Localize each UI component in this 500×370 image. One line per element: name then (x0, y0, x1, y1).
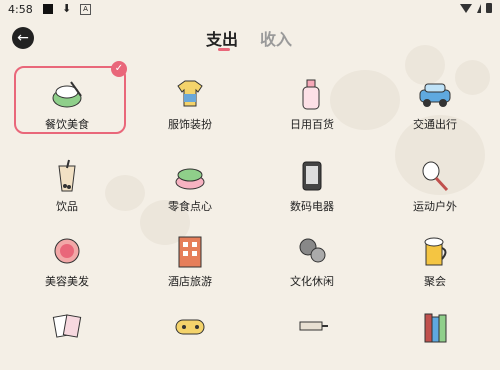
dessert-icon (170, 158, 210, 194)
category-item[interactable] (257, 300, 367, 370)
notification-box-icon: A (80, 4, 91, 15)
status-time: 4:58 (8, 3, 33, 16)
car-icon (415, 76, 455, 112)
category-label: 零食点心 (168, 200, 212, 213)
compact-icon (47, 233, 87, 269)
category-item[interactable]: 零食点心 (135, 150, 245, 220)
category-item[interactable]: 服饰装扮 (135, 68, 245, 138)
category-label: 聚会 (424, 275, 446, 288)
category-item[interactable]: 饮品 (12, 150, 122, 220)
bottle-icon (292, 76, 332, 112)
bubble-tea-icon (47, 158, 87, 194)
phone-icon (292, 158, 332, 194)
books-icon (415, 308, 455, 344)
rice-bowl-icon (47, 76, 87, 112)
category-item[interactable]: 美容美发 (12, 225, 122, 295)
category-item[interactable] (380, 300, 490, 370)
signal-icon (477, 3, 481, 13)
category-label: 文化休闲 (290, 275, 334, 288)
download-icon: ⬇ (62, 2, 72, 15)
category-label: 日用百货 (290, 118, 334, 131)
battery-icon (486, 3, 492, 13)
cards-icon (47, 308, 87, 344)
status-bar: 4:58 ⬇ A (0, 0, 500, 20)
gamepad-icon (170, 308, 210, 344)
category-item[interactable]: 酒店旅游 (135, 225, 245, 295)
clothing-icon (170, 76, 210, 112)
tab-expense[interactable]: 支出 (206, 26, 238, 50)
category-label: 美容美发 (45, 275, 89, 288)
film-icon (292, 233, 332, 269)
active-tab-indicator (218, 48, 230, 51)
category-item[interactable]: 聚会 (380, 225, 490, 295)
notification-icon (43, 4, 53, 14)
beer-icon (415, 233, 455, 269)
category-label: 餐饮美食 (45, 118, 89, 131)
category-item[interactable]: 数码电器 (257, 150, 367, 220)
racket-icon (415, 158, 455, 194)
category-item[interactable]: 日用百货 (257, 68, 367, 138)
category-label: 数码电器 (290, 200, 334, 213)
tab-income[interactable]: 收入 (260, 26, 292, 50)
category-item[interactable] (12, 300, 122, 370)
syringe-icon (292, 308, 332, 344)
type-tabs: 支出 收入 (206, 26, 292, 50)
category-item[interactable]: 文化休闲 (257, 225, 367, 295)
category-label: 交通出行 (413, 118, 457, 131)
hotel-icon (170, 233, 210, 269)
category-label: 服饰装扮 (168, 118, 212, 131)
category-item[interactable]: 餐饮美食 (12, 68, 122, 138)
back-button[interactable]: ← (12, 27, 34, 49)
category-item[interactable] (135, 300, 245, 370)
category-label: 运动户外 (413, 200, 457, 213)
wifi-icon (460, 3, 472, 13)
category-label: 酒店旅游 (168, 275, 212, 288)
category-item[interactable]: 运动户外 (380, 150, 490, 220)
category-item[interactable]: 交通出行 (380, 68, 490, 138)
category-label: 饮品 (56, 200, 78, 213)
